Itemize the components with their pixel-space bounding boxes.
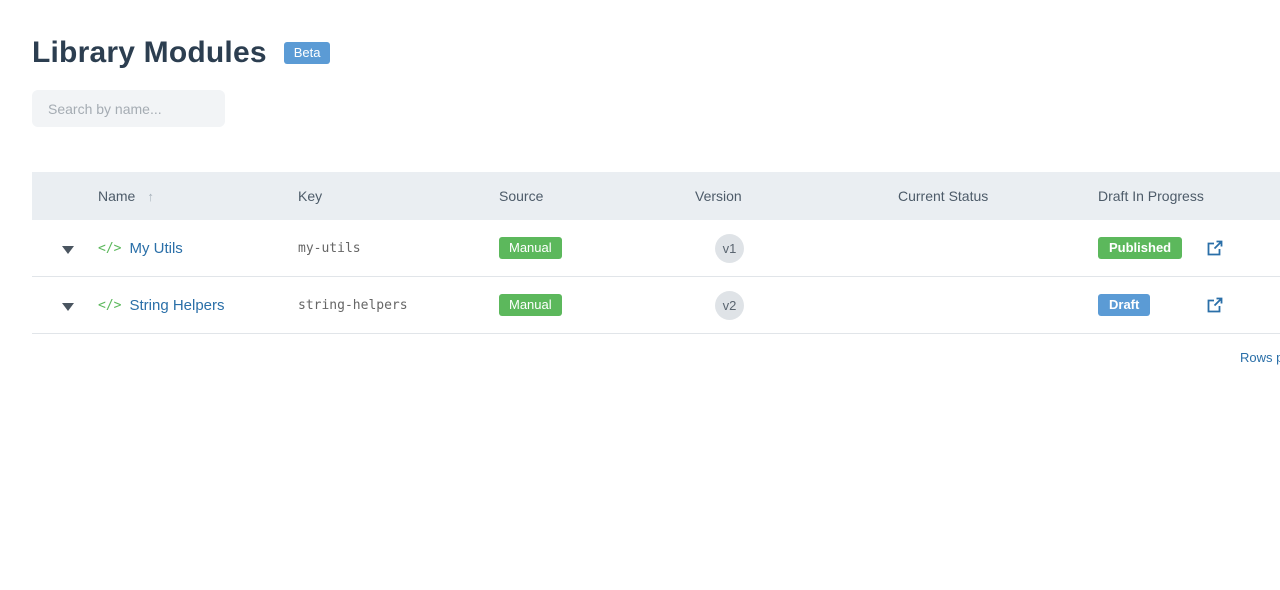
module-name-link[interactable]: String Helpers (129, 297, 224, 314)
table-header: Name ↑ Key Source Version Current Status … (32, 172, 1280, 220)
column-header-version[interactable]: Version (695, 172, 742, 220)
column-header-draft-in-progress[interactable]: Draft In Progress (1098, 172, 1204, 220)
modules-table: Name ↑ Key Source Version Current Status … (32, 172, 1280, 334)
module-key: my-utils (298, 240, 361, 256)
sort-ascending-icon[interactable]: ↑ (147, 189, 154, 204)
column-header-name-label: Name (98, 188, 136, 204)
external-link-icon[interactable] (1207, 240, 1223, 256)
module-key: string-helpers (298, 297, 408, 313)
column-header-current-status[interactable]: Current Status (898, 172, 988, 220)
draft-status-badge: Published (1098, 237, 1183, 259)
table-row: </> String Helpers string-helpers Manual… (32, 277, 1280, 334)
code-icon: </> (98, 297, 122, 313)
code-icon: </> (98, 240, 122, 256)
module-name-link[interactable]: My Utils (129, 240, 182, 257)
version-badge: v2 (715, 290, 744, 320)
source-badge: Manual (499, 294, 562, 316)
table-row: </> My Utils my-utils Manual v1 Publishe… (32, 220, 1280, 277)
external-link-icon[interactable] (1207, 297, 1223, 313)
source-badge: Manual (499, 237, 562, 259)
version-badge: v1 (715, 233, 744, 263)
search-input[interactable] (32, 90, 225, 127)
rows-per-page-label[interactable]: Rows p (1240, 350, 1280, 365)
draft-status-badge: Draft (1098, 294, 1151, 316)
title-row: Library Modules Beta (32, 36, 331, 70)
expand-caret-icon[interactable] (62, 246, 74, 254)
page-title: Library Modules (32, 36, 267, 69)
column-header-key[interactable]: Key (298, 172, 322, 220)
beta-badge: Beta (283, 42, 331, 64)
expand-caret-icon[interactable] (62, 303, 74, 311)
column-header-name[interactable]: Name ↑ (98, 172, 154, 221)
column-header-source[interactable]: Source (499, 172, 543, 220)
